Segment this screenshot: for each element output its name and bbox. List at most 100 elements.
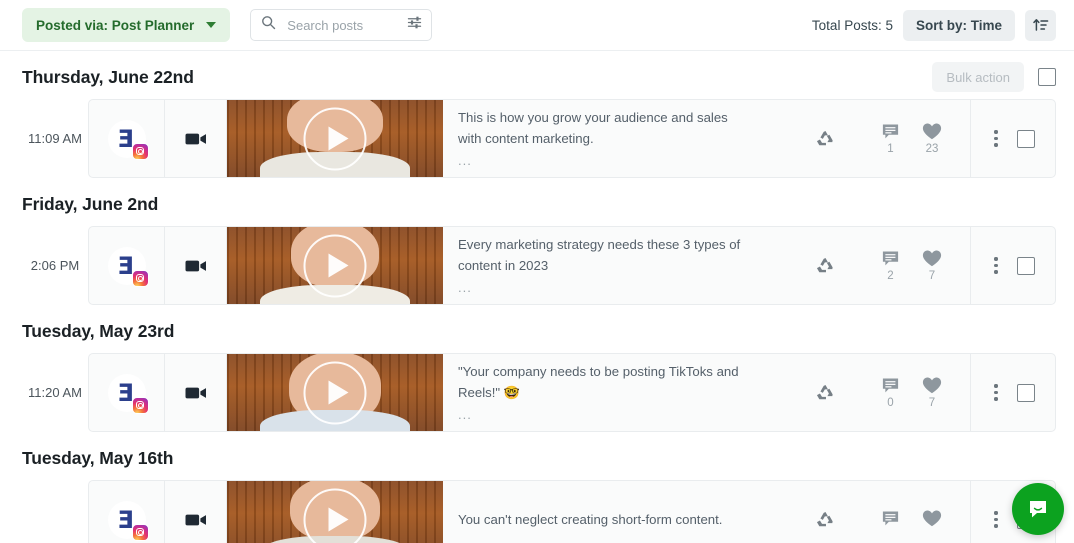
play-triangle-icon <box>328 380 348 405</box>
repost-cell[interactable] <box>797 100 853 177</box>
brand-logo-icon: Ǝ <box>117 378 133 407</box>
post-text-block: This is how you grow your audience and s… <box>458 107 743 171</box>
chevron-down-icon <box>206 22 217 28</box>
heart-icon <box>922 123 942 139</box>
comment-icon <box>882 124 899 139</box>
comment-icon <box>882 378 899 393</box>
date-group-title: Tuesday, May 23rd <box>22 320 175 341</box>
sort-direction-button[interactable] <box>1025 9 1056 41</box>
post-thumbnail[interactable] <box>227 100 443 177</box>
post-row[interactable]: 2:06 PM Ǝ Every marketing strategy needs t… <box>22 226 1056 305</box>
post-thumbnail[interactable] <box>227 227 443 304</box>
post-card[interactable]: Ǝ You can't neglect creating short-form c… <box>88 480 1056 543</box>
comments-count: 0 <box>887 396 894 409</box>
play-button[interactable] <box>303 234 367 297</box>
recycle-repost-icon <box>816 131 833 146</box>
post-text-block: You can't neglect creating short-form co… <box>458 509 722 531</box>
video-camera-icon <box>185 387 206 398</box>
search-input[interactable] <box>285 16 408 34</box>
sort-ascending-icon <box>1032 19 1048 31</box>
sort-by-button[interactable]: Sort by: Time <box>902 9 1015 41</box>
instagram-icon <box>131 396 149 414</box>
date-group-title: Thursday, June 22nd <box>22 66 194 87</box>
heart-icon <box>922 510 942 526</box>
media-type-cell <box>165 481 227 543</box>
instagram-icon <box>131 523 149 541</box>
post-time: 11:20 AM <box>28 385 82 400</box>
post-text: You can't neglect creating short-form co… <box>458 511 723 527</box>
recycle-repost-icon <box>816 385 833 400</box>
play-triangle-icon <box>328 253 348 278</box>
engagement-stats: 1 23 <box>853 100 971 177</box>
posted-via-dropdown[interactable]: Posted via: Post Planner <box>22 8 231 42</box>
account-avatar-cell: Ǝ <box>89 481 165 543</box>
account-avatar-cell: Ǝ <box>89 227 165 304</box>
repost-cell[interactable] <box>797 481 853 543</box>
post-thumbnail[interactable] <box>227 481 443 543</box>
date-group-header: Friday, June 2nd <box>22 178 1056 226</box>
post-select-checkbox[interactable] <box>1016 256 1035 275</box>
post-card[interactable]: Ǝ "Your company needs to be posting TikTo… <box>88 353 1056 432</box>
post-emoji: 🤓 <box>503 385 520 401</box>
media-type-cell <box>165 227 227 304</box>
recycle-repost-icon <box>816 512 833 527</box>
avatar: Ǝ <box>107 246 149 287</box>
post-thumbnail[interactable] <box>227 354 443 431</box>
post-text-cell: "Your company needs to be posting TikTok… <box>443 354 797 431</box>
post-text-ellipsis: ... <box>458 152 472 168</box>
repost-cell[interactable] <box>797 227 853 304</box>
select-all-checkbox[interactable] <box>1038 68 1056 86</box>
likes-count: 23 <box>925 142 939 155</box>
posted-via-label: Posted via: Post Planner <box>36 17 195 33</box>
row-actions <box>971 100 1055 177</box>
repost-cell[interactable] <box>797 354 853 431</box>
comments-stat: 1 <box>881 122 900 156</box>
more-options-icon[interactable] <box>991 254 1000 276</box>
filter-sliders-icon[interactable] <box>407 15 422 35</box>
engagement-stats: 27 <box>853 227 971 304</box>
date-group-title: Friday, June 2nd <box>22 193 159 214</box>
account-avatar-cell: Ǝ <box>89 100 165 177</box>
likes-count: 7 <box>928 269 936 282</box>
post-text-cell: This is how you grow your audience and s… <box>443 100 797 177</box>
post-row[interactable]: 11:20 AM Ǝ "Your company needs to be posti… <box>22 353 1056 432</box>
brand-logo-icon: Ǝ <box>117 505 133 534</box>
chat-launcher-button[interactable] <box>1012 483 1064 535</box>
likes-stat <box>922 509 942 531</box>
brand-logo-icon: Ǝ <box>117 251 133 280</box>
search-box[interactable] <box>250 9 433 41</box>
media-type-cell <box>165 354 227 431</box>
brand-logo-icon: Ǝ <box>117 124 133 153</box>
post-text-cell: Every marketing strategy needs these 3 t… <box>443 227 797 304</box>
more-options-icon[interactable] <box>991 381 1000 403</box>
post-text: This is how you grow your audience and s… <box>458 109 728 146</box>
posts-feed: Thursday, June 22nd Bulk action 11:09 AM Ǝ T… <box>0 51 1074 543</box>
post-row[interactable]: Ǝ You can't neglect creating short-form c… <box>22 480 1056 543</box>
recycle-repost-icon <box>816 258 833 273</box>
post-card[interactable]: Ǝ This is how you grow your audience and … <box>88 99 1056 178</box>
more-options-icon[interactable] <box>991 508 1000 530</box>
post-card[interactable]: Ǝ Every marketing strategy needs these 3 … <box>88 226 1056 305</box>
post-select-checkbox[interactable] <box>1016 129 1035 148</box>
more-options-icon[interactable] <box>991 127 1000 149</box>
play-button[interactable] <box>303 361 367 424</box>
video-camera-icon <box>185 514 206 525</box>
post-text-block: "Your company needs to be posting TikTok… <box>458 361 743 425</box>
search-icon <box>261 15 276 35</box>
comments-count: 1 <box>887 142 894 155</box>
likes-stat: 23 <box>922 122 942 156</box>
total-posts-label: Total Posts: 5 <box>811 17 893 33</box>
date-group-header: Tuesday, May 16th <box>22 432 1056 480</box>
heart-icon <box>922 250 942 266</box>
post-select-checkbox[interactable] <box>1016 383 1035 402</box>
bulk-action-button[interactable]: Bulk action <box>932 62 1024 92</box>
play-button[interactable] <box>303 488 367 543</box>
instagram-icon <box>131 269 149 287</box>
video-camera-icon <box>185 133 206 144</box>
play-triangle-icon <box>328 126 348 151</box>
post-text-cell: You can't neglect creating short-form co… <box>443 481 797 543</box>
toolbar-right-group: Total Posts: 5 Sort by: Time <box>811 9 1056 41</box>
play-button[interactable] <box>303 107 367 170</box>
engagement-stats <box>853 481 971 543</box>
post-row[interactable]: 11:09 AM Ǝ This is how you grow your audie… <box>22 99 1056 178</box>
